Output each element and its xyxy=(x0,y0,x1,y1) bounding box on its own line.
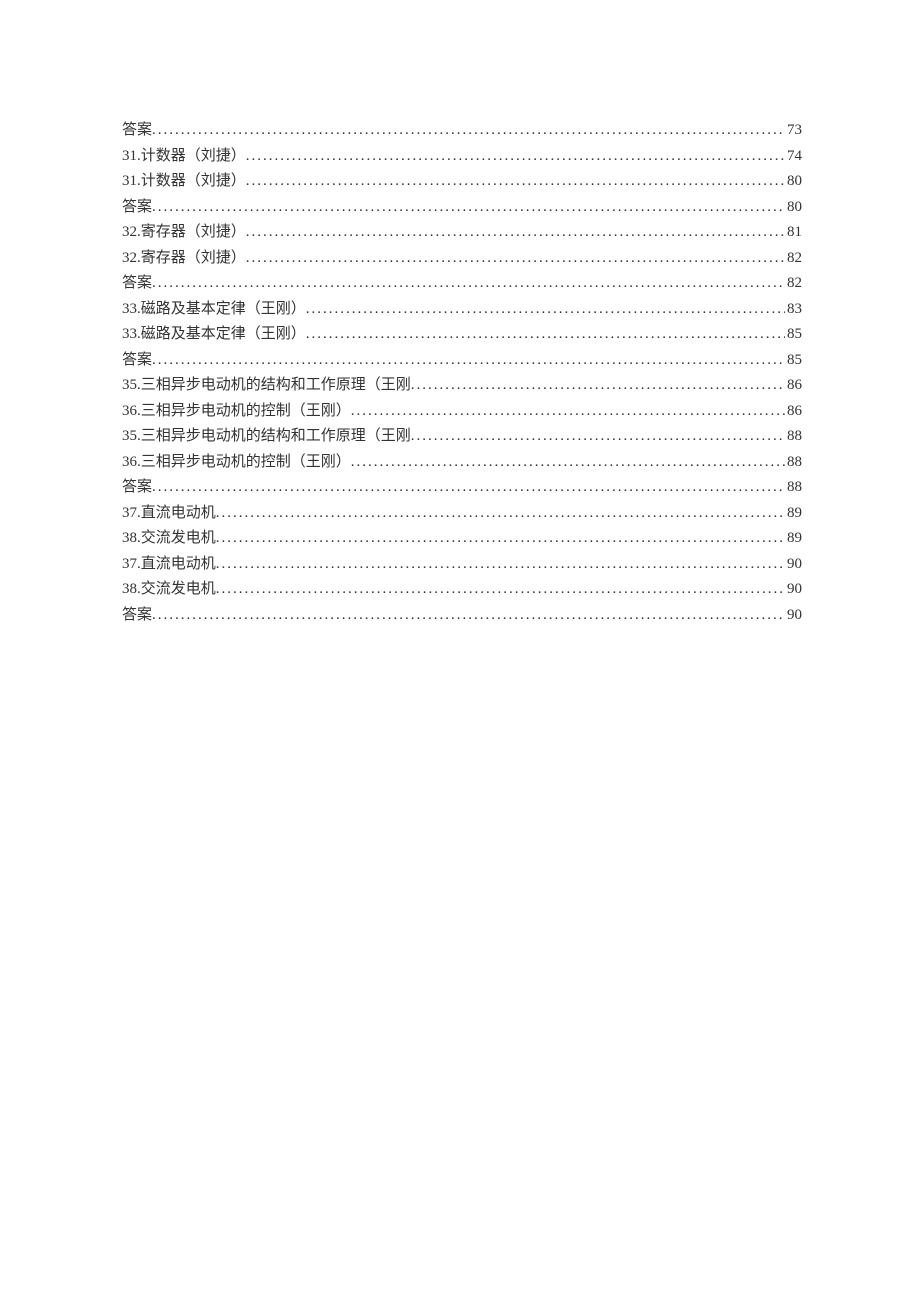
toc-entry[interactable]: 37.直流电动机 90 xyxy=(122,552,802,578)
toc-leader-dots xyxy=(152,475,785,501)
toc-leader-dots xyxy=(246,169,785,195)
toc-page-number: 90 xyxy=(785,603,802,629)
toc-title: 36.三相异步电动机的控制（王刚） xyxy=(122,450,351,476)
toc-entry[interactable]: 31.计数器（刘捷） 74 xyxy=(122,144,802,170)
toc-entry[interactable]: 答案 90 xyxy=(122,603,802,629)
toc-title: 答案 xyxy=(122,603,152,629)
toc-leader-dots xyxy=(246,220,785,246)
toc-leader-dots xyxy=(152,195,785,221)
toc-entry[interactable]: 35.三相异步电动机的结构和工作原理（王刚 86 xyxy=(122,373,802,399)
toc-title: 35.三相异步电动机的结构和工作原理（王刚 xyxy=(122,373,411,399)
toc-title: 31.计数器（刘捷） xyxy=(122,144,246,170)
toc-page-number: 88 xyxy=(785,450,802,476)
toc-entry[interactable]: 答案 82 xyxy=(122,271,802,297)
toc-entry[interactable]: 答案 88 xyxy=(122,475,802,501)
toc-page-number: 82 xyxy=(785,246,802,272)
toc-entry[interactable]: 38.交流发电机 90 xyxy=(122,577,802,603)
toc-entry[interactable]: 37.直流电动机 89 xyxy=(122,501,802,527)
toc-entry[interactable]: 33.磁路及基本定律（王刚） 85 xyxy=(122,322,802,348)
toc-title: 38.交流发电机 xyxy=(122,526,216,552)
toc-entry[interactable]: 31.计数器（刘捷） 80 xyxy=(122,169,802,195)
toc-title: 35.三相异步电动机的结构和工作原理（王刚 xyxy=(122,424,411,450)
toc-page-number: 88 xyxy=(785,475,802,501)
toc-entry[interactable]: 32.寄存器（刘捷） 82 xyxy=(122,246,802,272)
toc-entry[interactable]: 36.三相异步电动机的控制（王刚） 88 xyxy=(122,450,802,476)
toc-leader-dots xyxy=(306,297,785,323)
toc-page-number: 90 xyxy=(785,577,802,603)
toc-page-number: 81 xyxy=(785,220,802,246)
toc-leader-dots xyxy=(351,450,785,476)
toc-entry[interactable]: 答案 85 xyxy=(122,348,802,374)
toc-leader-dots xyxy=(306,322,785,348)
toc-title: 答案 xyxy=(122,118,152,144)
toc-entry[interactable]: 答案 73 xyxy=(122,118,802,144)
toc-leader-dots xyxy=(246,246,785,272)
toc-leader-dots xyxy=(152,348,785,374)
toc-entry[interactable]: 32.寄存器（刘捷） 81 xyxy=(122,220,802,246)
toc-page-number: 90 xyxy=(785,552,802,578)
toc-leader-dots xyxy=(152,603,785,629)
toc-leader-dots xyxy=(411,424,785,450)
toc-title: 32.寄存器（刘捷） xyxy=(122,220,246,246)
toc-leader-dots xyxy=(152,271,785,297)
toc-title: 31.计数器（刘捷） xyxy=(122,169,246,195)
toc-title: 答案 xyxy=(122,475,152,501)
toc-title: 36.三相异步电动机的控制（王刚） xyxy=(122,399,351,425)
toc-page-number: 86 xyxy=(785,399,802,425)
toc-leader-dots xyxy=(216,552,785,578)
toc-leader-dots xyxy=(351,399,785,425)
toc-leader-dots xyxy=(152,118,785,144)
toc-title: 32.寄存器（刘捷） xyxy=(122,246,246,272)
toc-entry[interactable]: 33.磁路及基本定律（王刚） 83 xyxy=(122,297,802,323)
toc-page-number: 86 xyxy=(785,373,802,399)
toc-title: 答案 xyxy=(122,348,152,374)
toc-leader-dots xyxy=(216,526,785,552)
toc-page-number: 74 xyxy=(785,144,802,170)
toc-page-number: 80 xyxy=(785,169,802,195)
toc-page-number: 85 xyxy=(785,322,802,348)
toc-page-number: 89 xyxy=(785,501,802,527)
toc-leader-dots xyxy=(411,373,785,399)
toc-title: 37.直流电动机 xyxy=(122,501,216,527)
toc-entry[interactable]: 36.三相异步电动机的控制（王刚） 86 xyxy=(122,399,802,425)
toc-page-number: 80 xyxy=(785,195,802,221)
toc-leader-dots xyxy=(216,577,785,603)
toc-entry[interactable]: 35.三相异步电动机的结构和工作原理（王刚 88 xyxy=(122,424,802,450)
toc-leader-dots xyxy=(216,501,785,527)
toc-page-number: 73 xyxy=(785,118,802,144)
toc-page-number: 85 xyxy=(785,348,802,374)
toc-title: 33.磁路及基本定律（王刚） xyxy=(122,297,306,323)
toc-leader-dots xyxy=(246,144,785,170)
toc-page-number: 83 xyxy=(785,297,802,323)
toc-title: 答案 xyxy=(122,195,152,221)
toc-page-number: 82 xyxy=(785,271,802,297)
table-of-contents: 答案7331.计数器（刘捷）7431.计数器（刘捷）80答案8032.寄存器（刘… xyxy=(122,118,802,628)
toc-title: 38.交流发电机 xyxy=(122,577,216,603)
toc-page-number: 89 xyxy=(785,526,802,552)
toc-title: 答案 xyxy=(122,271,152,297)
toc-entry[interactable]: 38.交流发电机 89 xyxy=(122,526,802,552)
toc-page-number: 88 xyxy=(785,424,802,450)
toc-title: 37.直流电动机 xyxy=(122,552,216,578)
toc-entry[interactable]: 答案 80 xyxy=(122,195,802,221)
toc-title: 33.磁路及基本定律（王刚） xyxy=(122,322,306,348)
